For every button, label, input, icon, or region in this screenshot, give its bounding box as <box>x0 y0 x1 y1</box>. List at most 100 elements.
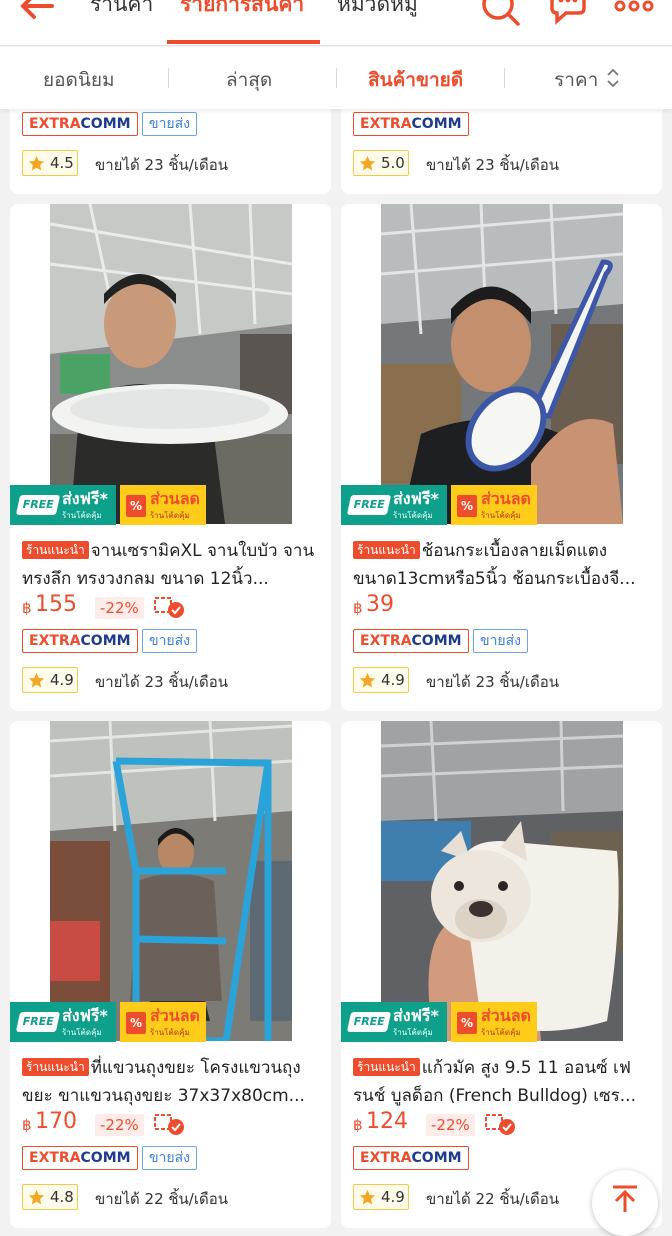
star-icon <box>28 1189 45 1205</box>
discount-badge: % ส่วนลด ร้านโค้ดคุ้ม <box>451 1002 537 1042</box>
price-row: ฿ 155 -22% <box>22 592 322 622</box>
extra-comm-badge: EXTRACOMM <box>353 1146 469 1170</box>
free-shipping-badge: FREE ส่งฟรี* ร้านโค้ดคุ้ม <box>10 1002 116 1042</box>
active-tab-indicator <box>167 40 320 44</box>
price-row: ฿ 39 <box>353 592 394 617</box>
extra-comm-badge: EXTRACOMM <box>353 112 469 136</box>
back-arrow-icon[interactable] <box>18 0 58 26</box>
divider <box>168 68 169 88</box>
product-title[interactable]: ร้านแนะนำ ช้อนกระเบื้องลายเม็ดแตง ขนาด13c… <box>353 537 649 593</box>
promo-badges: FREE ส่งฟรี* ร้านโค้ดคุ้ม % ส่วนลด ร้านโ… <box>10 485 331 525</box>
rating-badge: 4.9 <box>353 667 409 693</box>
divider <box>336 68 337 88</box>
top-nav: ร้านค้า รายการสินค้า หมวดหมู่ <box>0 0 672 46</box>
product-tags: EXTRACOMM ขายส่ง <box>22 1146 322 1170</box>
free-shipping-badge: FREE ส่งฟรี* ร้านโค้ดคุ้ม <box>341 485 447 525</box>
star-icon <box>28 155 45 171</box>
sort-popular[interactable]: ยอดนิยม <box>43 65 115 95</box>
verified-shipping-icon <box>154 597 184 618</box>
wholesale-badge: ขายส่ง <box>142 629 198 653</box>
sold-count: ขายได้ 23 ชิ้น/เดือน <box>95 673 228 691</box>
promo-badges: FREE ส่งฟรี* ร้านโค้ดคุ้ม % ส่วนลด ร้านโ… <box>341 485 662 525</box>
scroll-to-top-button[interactable] <box>592 1170 658 1236</box>
star-icon <box>28 672 45 688</box>
rating-badge: 4.5 <box>22 150 78 176</box>
product-card[interactable]: FREE ส่งฟรี* ร้านโค้ดคุ้ม % ส่วนลด ร้านโ… <box>341 721 662 1228</box>
product-tags: EXTRACOMM ขายส่ง <box>22 112 322 136</box>
star-icon <box>359 155 376 171</box>
recommended-badge: ร้านแนะนำ <box>353 541 420 559</box>
rating-badge: 4.9 <box>353 1184 409 1210</box>
sold-count: ขายได้ 22 ชิ้น/เดือน <box>95 1190 228 1208</box>
extra-comm-badge: EXTRACOMM <box>22 1146 138 1170</box>
verified-shipping-icon <box>485 1114 515 1135</box>
promo-badges: FREE ส่งฟรี* ร้านโค้ดคุ้ม % ส่วนลด ร้านโ… <box>341 1002 662 1042</box>
discount-tag: -22% <box>95 597 144 619</box>
sold-count: ขายได้ 23 ชิ้น/เดือน <box>95 156 228 174</box>
sort-best-selling[interactable]: สินค้าขายดี <box>368 65 463 95</box>
extra-comm-badge: EXTRACOMM <box>353 629 469 653</box>
chat-icon[interactable] <box>546 0 590 28</box>
discount-tag: -22% <box>95 1114 144 1136</box>
price-row: ฿ 170 -22% <box>22 1109 322 1139</box>
sold-count: ขายได้ 23 ชิ้น/เดือน <box>426 673 559 691</box>
sort-bar: ยอดนิยม ล่าสุด สินค้าขายดี ราคา <box>0 47 672 109</box>
tab-categories[interactable]: หมวดหมู่ <box>337 0 418 21</box>
rating-row: 4.9 ขายได้ 23 ชิ้น/เดือน <box>22 667 322 693</box>
arrow-up-icon <box>613 1185 637 1212</box>
product-price: 124 <box>366 1109 408 1134</box>
product-card[interactable]: FREE ส่งฟรี* ร้านโค้ดคุ้ม % ส่วนลด ร้านโ… <box>10 721 331 1228</box>
product-tags: EXTRACOMM <box>353 112 653 136</box>
sold-count: ขายได้ 23 ชิ้น/เดือน <box>426 156 559 174</box>
extra-comm-badge: EXTRACOMM <box>22 629 138 653</box>
sort-latest[interactable]: ล่าสุด <box>226 65 272 95</box>
star-icon <box>359 1189 376 1205</box>
product-tags: EXTRACOMM ขายส่ง <box>353 629 653 653</box>
sold-count: ขายได้ 22 ชิ้น/เดือน <box>426 1190 559 1208</box>
more-icon[interactable] <box>612 0 656 28</box>
tab-shop[interactable]: ร้านค้า <box>90 0 153 21</box>
product-card[interactable]: FREE ส่งฟรี* ร้านโค้ดคุ้ม % ส่วนลด ร้านโ… <box>10 204 331 711</box>
divider <box>504 68 505 88</box>
free-shipping-badge: FREE ส่งฟรี* ร้านโค้ดคุ้ม <box>10 485 116 525</box>
wholesale-badge: ขายส่ง <box>142 112 198 136</box>
rating-row: 4.5 ขายได้ 23 ชิ้น/เดือน <box>22 150 322 176</box>
sort-updown-icon <box>607 68 619 88</box>
tab-products[interactable]: รายการสินค้า <box>180 0 304 21</box>
rating-row: 5.0 ขายได้ 23 ชิ้น/เดือน <box>353 150 653 176</box>
product-image[interactable] <box>381 721 623 1041</box>
product-image[interactable] <box>381 204 623 524</box>
product-price: 39 <box>366 592 394 617</box>
product-price: 170 <box>35 1109 77 1134</box>
price-row: ฿ 124 -22% <box>353 1109 653 1139</box>
wholesale-badge: ขายส่ง <box>142 1146 198 1170</box>
product-price: 155 <box>35 592 77 617</box>
discount-badge: % ส่วนลด ร้านโค้ดคุ้ม <box>451 485 537 525</box>
extra-comm-badge: EXTRACOMM <box>22 112 138 136</box>
rating-row: 4.9 ขายได้ 23 ชิ้น/เดือน <box>353 667 653 693</box>
wholesale-badge: ขายส่ง <box>473 629 529 653</box>
recommended-badge: ร้านแนะนำ <box>22 541 89 559</box>
search-icon[interactable] <box>478 0 522 28</box>
product-image[interactable] <box>50 721 292 1041</box>
discount-tag: -22% <box>426 1114 475 1136</box>
rating-badge: 4.9 <box>22 667 78 693</box>
recommended-badge: ร้านแนะนำ <box>353 1058 420 1076</box>
product-title[interactable]: ร้านแนะนำ แก้วมัค สูง 9.5 11 ออนซ์ เฟรนช์… <box>353 1054 649 1110</box>
verified-shipping-icon <box>154 1114 184 1135</box>
product-title[interactable]: ร้านแนะนำ ที่แขวนถุงขยะ โครงแขวนถุงขยะ ขา… <box>22 1054 318 1110</box>
promo-badges: FREE ส่งฟรี* ร้านโค้ดคุ้ม % ส่วนลด ร้านโ… <box>10 1002 331 1042</box>
recommended-badge: ร้านแนะนำ <box>22 1058 89 1076</box>
product-tags: EXTRACOMM <box>353 1146 653 1170</box>
free-shipping-badge: FREE ส่งฟรี* ร้านโค้ดคุ้ม <box>341 1002 447 1042</box>
product-card[interactable]: FREE ส่งฟรี* ร้านโค้ดคุ้ม % ส่วนลด ร้านโ… <box>341 204 662 711</box>
sort-price[interactable]: ราคา <box>554 65 598 95</box>
star-icon <box>359 672 376 688</box>
product-title[interactable]: ร้านแนะนำ จานเซรามิคXL จานใบบัว จานทรงลึก… <box>22 537 318 593</box>
product-tags: EXTRACOMM ขายส่ง <box>22 629 322 653</box>
rating-badge: 4.8 <box>22 1184 78 1210</box>
discount-badge: % ส่วนลด ร้านโค้ดคุ้ม <box>120 1002 206 1042</box>
product-image[interactable] <box>50 204 292 524</box>
discount-badge: % ส่วนลด ร้านโค้ดคุ้ม <box>120 485 206 525</box>
rating-row: 4.8 ขายได้ 22 ชิ้น/เดือน <box>22 1184 322 1210</box>
